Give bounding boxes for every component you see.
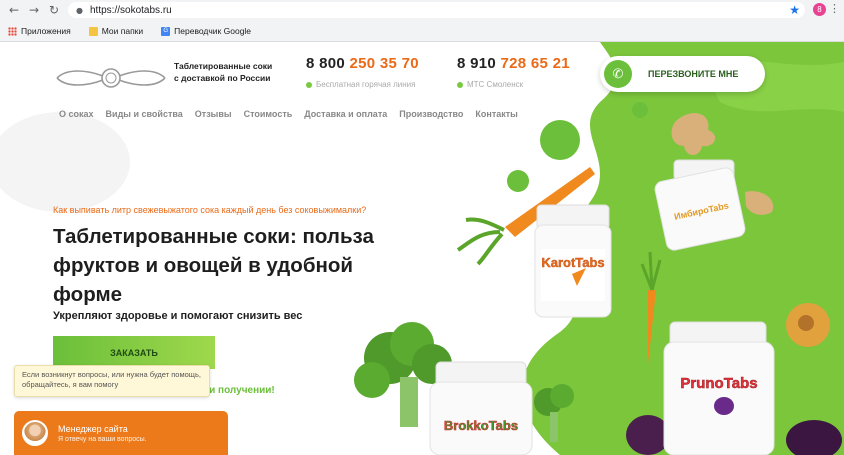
green-dot <box>632 102 648 118</box>
page-content: KarotTabs ИмбироTabs PrunoTabs BrokkoTab… <box>0 42 844 455</box>
phone-mts[interactable]: 8 910 728 65 21 <box>457 55 570 72</box>
jar-label-karottabs: KarotTabs <box>541 255 604 270</box>
site-tagline: Таблетированные соки с доставкой по Росс… <box>174 60 304 84</box>
status-dot <box>306 81 312 88</box>
jar-brokkotabs <box>429 361 533 455</box>
phone-number: 728 65 21 <box>500 55 570 72</box>
url-text: https://sokotabs.ru <box>90 4 172 16</box>
profile-avatar[interactable]: 8 <box>813 3 826 16</box>
bookmark-my-folders[interactable]: Мои папки <box>88 26 144 36</box>
green-dot <box>507 170 529 192</box>
phone-hotline-caption: Бесплатная горячая линия <box>306 80 415 89</box>
carrot-leaves <box>456 217 505 266</box>
back-icon[interactable]: ← <box>4 0 24 20</box>
chat-widget[interactable]: Менеджер сайта Я отвечу на ваши вопросы. <box>14 411 228 455</box>
phone-number: 250 35 70 <box>349 55 419 72</box>
jar-label-prunotabs: PrunoTabs <box>680 375 757 392</box>
chat-subtitle: Я отвечу на ваши вопросы. <box>58 435 147 443</box>
menu-icon[interactable]: ⋮ <box>829 2 840 15</box>
reload-icon[interactable]: ↻ <box>44 0 64 20</box>
chat-text: Менеджер сайта Я отвечу на ваши вопросы. <box>58 424 147 443</box>
nav-item-production[interactable]: Производство <box>399 109 463 119</box>
callback-label: ПЕРЕЗВОНИТЕ МНЕ <box>648 69 739 79</box>
main-nav: О соках Виды и свойства Отзывы Стоимость… <box>59 109 530 119</box>
google-translate-icon: G <box>161 26 171 36</box>
address-bar[interactable]: ● https://sokotabs.ru <box>68 2 805 18</box>
plum <box>626 415 670 455</box>
bookmark-label: Переводчик Google <box>174 26 252 36</box>
chat-tooltip: Если возникнут вопросы, или нужна будет … <box>14 365 210 397</box>
manager-avatar <box>22 420 48 446</box>
tagline-line1: Таблетированные соки <box>174 61 273 71</box>
nav-item-about[interactable]: О соках <box>59 109 94 119</box>
nav-item-delivery[interactable]: Доставка и оплата <box>304 109 387 119</box>
plum-mini <box>714 397 734 415</box>
browser-toolbar: ← → ↻ ● https://sokotabs.ru ★ 8 ⋮ <box>0 0 844 20</box>
tagline-line2: с доставкой по России <box>174 73 271 83</box>
hero-question: Как выпивать литр свежевыжатого сока каж… <box>53 205 367 215</box>
bookmarks-bar: Приложения Мои папки G Переводчик Google <box>0 21 844 41</box>
phone-icon: ✆ <box>604 60 632 88</box>
phone-prefix: 8 910 <box>457 55 497 72</box>
forward-icon[interactable]: → <box>24 0 44 20</box>
payment-note: ри получении! <box>203 385 275 396</box>
folder-icon <box>88 26 98 36</box>
browser-chrome: ← → ↻ ● https://sokotabs.ru ★ 8 ⋮ Прилож… <box>0 0 844 42</box>
status-dot <box>457 81 463 88</box>
bookmark-label: Приложения <box>21 26 71 36</box>
nav-item-contacts[interactable]: Контакты <box>475 109 517 119</box>
hero-subtitle: Укрепляют здоровье и помогают снизить ве… <box>53 310 303 322</box>
site-logo[interactable] <box>53 66 169 90</box>
jar-label-brokkotabs: BrokkoTabs <box>444 418 518 433</box>
phone-caption-text: Бесплатная горячая линия <box>316 80 416 89</box>
smoke-shape <box>0 112 130 212</box>
hero-title: Таблетированные соки: польза фруктов и о… <box>53 225 374 306</box>
apps-icon <box>8 26 17 36</box>
phone-hotline[interactable]: 8 800 250 35 70 <box>306 55 419 72</box>
bookmark-translate[interactable]: G Переводчик Google <box>161 26 251 36</box>
plum-stone <box>798 315 814 331</box>
phone-prefix: 8 800 <box>306 55 346 72</box>
phone-caption-text: МТС Смоленск <box>467 80 524 89</box>
chat-title: Менеджер сайта <box>58 423 128 434</box>
bookmark-apps[interactable]: Приложения <box>8 26 71 36</box>
nav-item-types[interactable]: Виды и свойства <box>106 109 183 119</box>
nav-item-reviews[interactable]: Отзывы <box>195 109 232 119</box>
callback-button[interactable]: ✆ ПЕРЕЗВОНИТЕ МНЕ <box>600 56 765 92</box>
phone-mts-caption: МТС Смоленск <box>457 80 523 89</box>
green-dot <box>540 120 580 160</box>
bookmark-label: Мои папки <box>101 26 144 36</box>
lock-icon: ● <box>76 5 83 15</box>
bookmark-star-icon[interactable]: ★ <box>789 3 800 17</box>
nav-item-price[interactable]: Стоимость <box>244 109 293 119</box>
